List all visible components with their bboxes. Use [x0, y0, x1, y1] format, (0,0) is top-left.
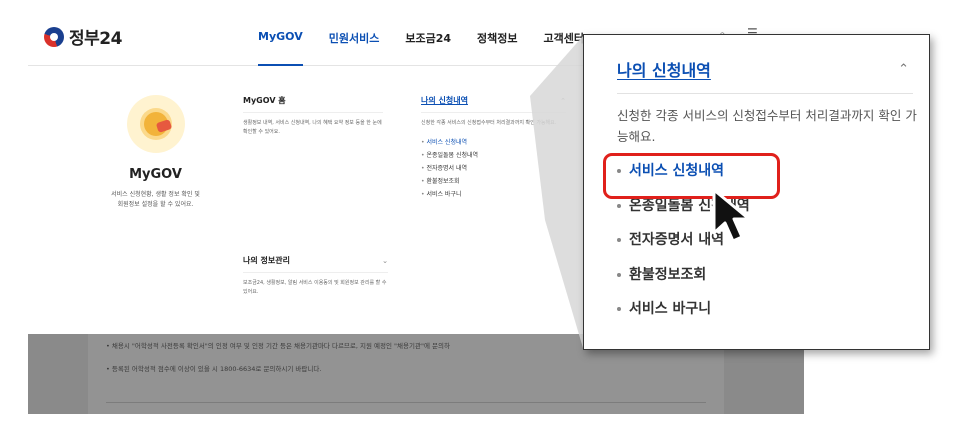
- zoom-divider: [617, 93, 913, 94]
- zoom-item-refund-info[interactable]: 환불정보조회: [617, 265, 750, 300]
- zoom-description: 신청한 각종 서비스의 신청접수부터 처리결과까지 확인 가능해요.: [617, 108, 917, 144]
- bullet-icon: [617, 203, 621, 208]
- zoom-item-service-basket[interactable]: 서비스 바구니: [617, 299, 750, 334]
- bullet-icon: [617, 238, 621, 242]
- zoom-title[interactable]: 나의 신청내역: [617, 57, 711, 81]
- bullet-icon: [617, 272, 621, 277]
- screenshot: 정부24 MyGOV 민원서비스 보조금24 정책정보 고객센터 ⌕ ☰ MyG…: [0, 0, 963, 438]
- bullet-icon: [617, 307, 621, 311]
- mouse-pointer-icon: [712, 188, 751, 243]
- zoom-header[interactable]: 나의 신청내역 ⌃: [617, 57, 917, 81]
- chevron-up-icon[interactable]: ⌃: [898, 62, 909, 77]
